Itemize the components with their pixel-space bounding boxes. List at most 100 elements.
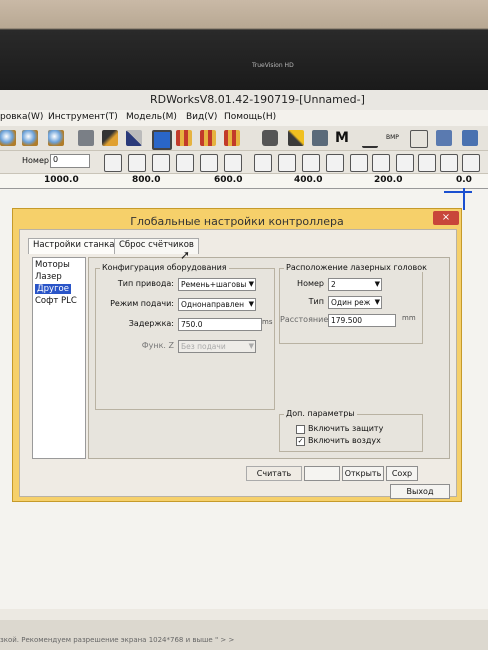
title-bar: RDWorksV8.01.42-190719-[Unnamed-] bbox=[0, 90, 488, 111]
exit-button[interactable]: Выход bbox=[390, 484, 450, 499]
extra-params-group-title: Доп. параметры bbox=[284, 409, 357, 418]
distance-input[interactable]: 179.500 bbox=[328, 314, 396, 327]
drive-type-label: Тип привода: bbox=[117, 279, 174, 288]
ruler-tick: 400.0 bbox=[294, 175, 323, 185]
align-right-icon[interactable] bbox=[128, 154, 146, 172]
close-button[interactable]: × bbox=[433, 211, 459, 225]
save-button[interactable]: Сохр bbox=[386, 466, 418, 481]
laser-heads-group: Расположение лазерных головок Номер 2 ▼ Т… bbox=[279, 263, 429, 344]
read-button[interactable]: Считать bbox=[246, 466, 302, 481]
chevron-down-icon: ▼ bbox=[374, 298, 380, 306]
menu-bar: ровка(W) Инструмент(T) Модель(M) Вид(V) … bbox=[0, 110, 488, 126]
write-button[interactable] bbox=[304, 466, 340, 481]
ruler-tick: 800.0 bbox=[132, 175, 161, 185]
page-icon[interactable] bbox=[78, 130, 94, 146]
enable-protection-checkbox[interactable] bbox=[296, 425, 305, 434]
controller-settings-dialog: Глобальные настройки контроллера × Настр… bbox=[12, 208, 462, 502]
align-bottom-icon[interactable] bbox=[176, 154, 194, 172]
drive-type-select[interactable]: Ремень+шаговы ▼ bbox=[178, 278, 256, 291]
tab-machine-settings[interactable]: Настройки станка bbox=[28, 238, 120, 254]
head-type-label: Тип bbox=[308, 297, 324, 306]
main-toolbar: M BMP bbox=[0, 126, 488, 151]
category-motors[interactable]: Моторы bbox=[35, 260, 70, 270]
func-z-label: Функ. Z bbox=[141, 341, 174, 350]
align-left-icon[interactable] bbox=[104, 154, 122, 172]
arrow-nw-icon[interactable] bbox=[372, 154, 390, 172]
dialog-title: Глобальные настройки контроллера bbox=[130, 215, 344, 228]
horizontal-ruler: 1000.0 800.0 600.0 400.0 200.0 0.0 bbox=[0, 174, 488, 189]
camera-icon[interactable] bbox=[262, 130, 278, 146]
extra-params-group: Доп. параметры Включить защиту ✓ Включит… bbox=[279, 409, 423, 452]
screen: RDWorksV8.01.42-190719-[Unnamed-] ровка(… bbox=[0, 90, 488, 650]
zoom-in-icon[interactable] bbox=[0, 130, 16, 146]
feed-mode-select[interactable]: Однонаправлен ▼ bbox=[178, 298, 256, 311]
bmp-icon[interactable]: BMP bbox=[386, 130, 402, 146]
enable-air-label: Включить воздух bbox=[308, 436, 381, 445]
align-center-h-icon[interactable] bbox=[224, 154, 242, 172]
ruler-tick: 1000.0 bbox=[44, 175, 79, 185]
ruler-tick: 600.0 bbox=[214, 175, 243, 185]
category-other[interactable]: Другое bbox=[35, 284, 71, 294]
category-laser[interactable]: Лазер bbox=[35, 272, 62, 282]
head-number-select[interactable]: 2 ▼ bbox=[328, 278, 382, 291]
curve-icon[interactable] bbox=[362, 130, 378, 148]
menu-item-view[interactable]: Вид(V) bbox=[186, 112, 217, 122]
same-height-icon[interactable] bbox=[326, 154, 344, 172]
app-title: RDWorksV8.01.42-190719-[Unnamed-] bbox=[150, 93, 365, 106]
func-z-select: Без подачи ▼ bbox=[178, 340, 256, 353]
arrow-sw-icon[interactable] bbox=[418, 154, 436, 172]
same-width-icon[interactable] bbox=[302, 154, 320, 172]
ruler-tick: 0.0 bbox=[456, 175, 472, 185]
config-group-title: Конфигурация оборудования bbox=[100, 263, 229, 272]
webcam-label: TrueVision HD bbox=[252, 62, 294, 69]
grid-icon[interactable] bbox=[462, 154, 480, 172]
same-size-icon[interactable] bbox=[350, 154, 368, 172]
m-icon[interactable]: M bbox=[334, 130, 350, 146]
open-button[interactable]: Открыть bbox=[342, 466, 384, 481]
wand-icon[interactable] bbox=[288, 130, 304, 146]
align-center-v-icon[interactable] bbox=[200, 154, 218, 172]
number-label: Номер bbox=[22, 156, 49, 165]
zoom-fit-icon[interactable] bbox=[48, 130, 64, 146]
delay-input[interactable]: 750.0 bbox=[178, 318, 262, 331]
delay-unit: ms bbox=[262, 318, 273, 326]
arrow-se-icon[interactable] bbox=[440, 154, 458, 172]
number-input[interactable]: 0 bbox=[50, 154, 90, 168]
arrow-ne-icon[interactable] bbox=[396, 154, 414, 172]
enable-air-checkbox[interactable]: ✓ bbox=[296, 437, 305, 446]
distribute-h-icon[interactable] bbox=[254, 154, 272, 172]
distribute-v-icon[interactable] bbox=[278, 154, 296, 172]
zoom-out-icon[interactable] bbox=[22, 130, 38, 146]
array3-icon[interactable] bbox=[224, 130, 240, 146]
delay-label: Задержка: bbox=[128, 319, 174, 328]
head-type-select[interactable]: Один реж ▼ bbox=[328, 296, 382, 309]
head-number-label: Номер bbox=[297, 279, 324, 288]
menu-item-tools[interactable]: Инструмент(T) bbox=[48, 112, 118, 122]
array2-icon[interactable] bbox=[200, 130, 216, 146]
chevron-down-icon: ▼ bbox=[248, 280, 254, 288]
select-icon[interactable] bbox=[410, 130, 428, 148]
mouse-cursor-icon: ➚ bbox=[180, 248, 191, 262]
display-icon[interactable] bbox=[152, 130, 172, 150]
align-toolbar: Номер 0 bbox=[0, 151, 488, 174]
pen-icon[interactable] bbox=[102, 130, 118, 146]
chevron-down-icon: ▼ bbox=[248, 342, 254, 350]
align-top-icon[interactable] bbox=[152, 154, 170, 172]
layers-icon[interactable] bbox=[312, 130, 328, 146]
chevron-down-icon: ▼ bbox=[248, 300, 254, 308]
feed-mode-label: Режим подачи: bbox=[110, 299, 174, 308]
array-icon[interactable] bbox=[176, 130, 192, 146]
network-icon[interactable] bbox=[436, 130, 452, 146]
status-text: зкой. Рекомендуем разрешение экрана 1024… bbox=[0, 636, 235, 644]
status-bar: зкой. Рекомендуем разрешение экрана 1024… bbox=[0, 620, 488, 650]
menu-item-model[interactable]: Модель(M) bbox=[126, 112, 177, 122]
distance-unit: mm bbox=[402, 314, 416, 322]
laser-heads-group-title: Расположение лазерных головок bbox=[284, 263, 429, 272]
tree-icon[interactable] bbox=[462, 130, 478, 146]
menu-item-help[interactable]: Помощь(H) bbox=[224, 112, 276, 122]
category-soft-plc[interactable]: Софт PLC bbox=[35, 296, 77, 306]
settings-panel: Конфигурация оборудования Тип привода: Р… bbox=[88, 257, 450, 459]
chevron-down-icon: ▼ bbox=[374, 280, 380, 288]
brush-icon[interactable] bbox=[126, 130, 142, 146]
menu-item-arrange[interactable]: ровка(W) bbox=[0, 112, 43, 122]
